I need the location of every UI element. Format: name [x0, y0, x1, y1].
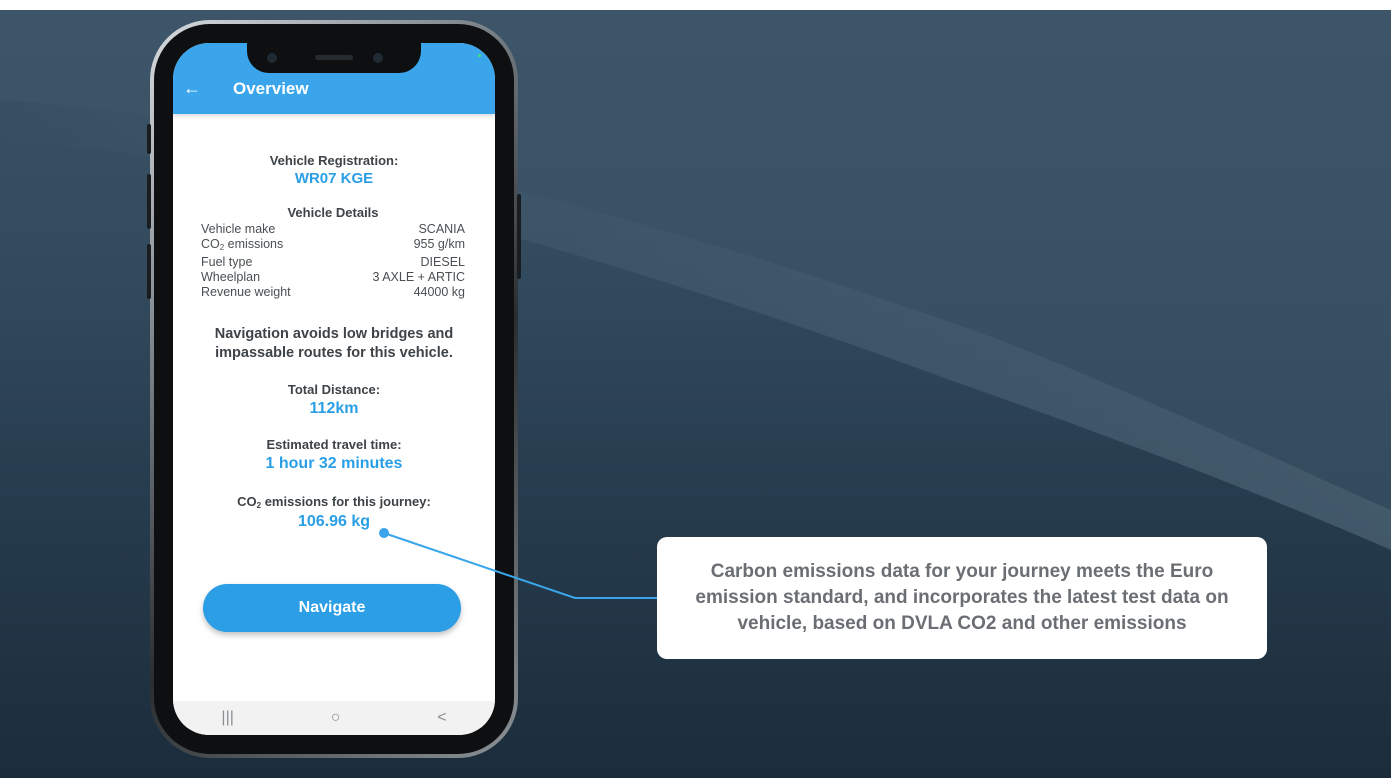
travel-time-value: 1 hour 32 minutes	[265, 455, 403, 472]
camera-icon	[267, 53, 277, 63]
detail-value: SCANIA	[418, 222, 465, 236]
system-nav-bar: ||| ○ <	[173, 701, 495, 735]
volume-up-button	[147, 174, 151, 229]
back-arrow-icon[interactable]: ←	[183, 79, 201, 97]
sensor-icon	[373, 53, 383, 63]
registration-block: Vehicle Registration: WR07 KGE	[173, 153, 495, 187]
registration-label: Vehicle Registration:	[269, 153, 399, 168]
power-button	[517, 194, 521, 279]
speaker-icon	[315, 55, 353, 60]
detail-row: CO2 emissions 955 g/km	[201, 237, 465, 255]
journey-emissions-block: CO2 emissions for this journey: 106.96 k…	[173, 494, 495, 531]
phone-bezel: ← Overview Vehicle Registration: WR07 KG…	[147, 24, 521, 754]
registration-value: WR07 KGE	[294, 170, 374, 187]
navigation-notice: Navigation avoids low bridges and impass…	[214, 326, 454, 361]
detail-value: 955 g/km	[413, 237, 465, 251]
distance-label: Total Distance:	[287, 382, 381, 397]
page-title: Overview	[233, 79, 309, 98]
back-icon[interactable]: <	[437, 709, 446, 727]
vehicle-details: Vehicle Details Vehicle make SCANIA CO2 …	[201, 205, 465, 300]
detail-row: Wheelplan 3 AXLE + ARTIC	[201, 270, 465, 285]
status-indicator-icon	[478, 54, 481, 57]
detail-value: DIESEL	[420, 255, 465, 269]
travel-time-block: Estimated travel time: 1 hour 32 minutes	[173, 437, 495, 473]
detail-label: CO2 emissions	[201, 237, 284, 252]
detail-row: Revenue weight 44000 kg	[201, 285, 465, 300]
detail-row: Fuel type DIESEL	[201, 255, 465, 270]
distance-block: Total Distance: 112km	[173, 382, 495, 418]
navigate-button[interactable]: Navigate	[203, 584, 461, 632]
phone-frame: ← Overview Vehicle Registration: WR07 KG…	[147, 20, 521, 758]
recents-icon[interactable]: |||	[221, 709, 233, 727]
vehicle-details-heading: Vehicle Details	[287, 205, 379, 220]
detail-label: Fuel type	[201, 255, 253, 269]
detail-label: Revenue weight	[201, 285, 291, 299]
phone-notch	[247, 43, 421, 73]
detail-value: 3 AXLE + ARTIC	[372, 270, 465, 284]
journey-emissions-label: CO2 emissions for this journey:	[237, 494, 431, 510]
detail-value: 44000 kg	[413, 285, 465, 299]
home-icon[interactable]: ○	[331, 709, 341, 727]
travel-time-label: Estimated travel time:	[266, 437, 402, 452]
phone-screen: ← Overview Vehicle Registration: WR07 KG…	[173, 43, 495, 735]
distance-value: 112km	[309, 400, 359, 417]
journey-emissions-value: 106.96 kg	[297, 513, 371, 530]
detail-label: Vehicle make	[201, 222, 276, 236]
detail-row: Vehicle make SCANIA	[201, 222, 465, 237]
detail-label: Wheelplan	[201, 270, 261, 284]
callout-box: Carbon emissions data for your journey m…	[657, 537, 1267, 659]
volume-down-button	[147, 244, 151, 299]
mute-switch	[147, 124, 151, 154]
